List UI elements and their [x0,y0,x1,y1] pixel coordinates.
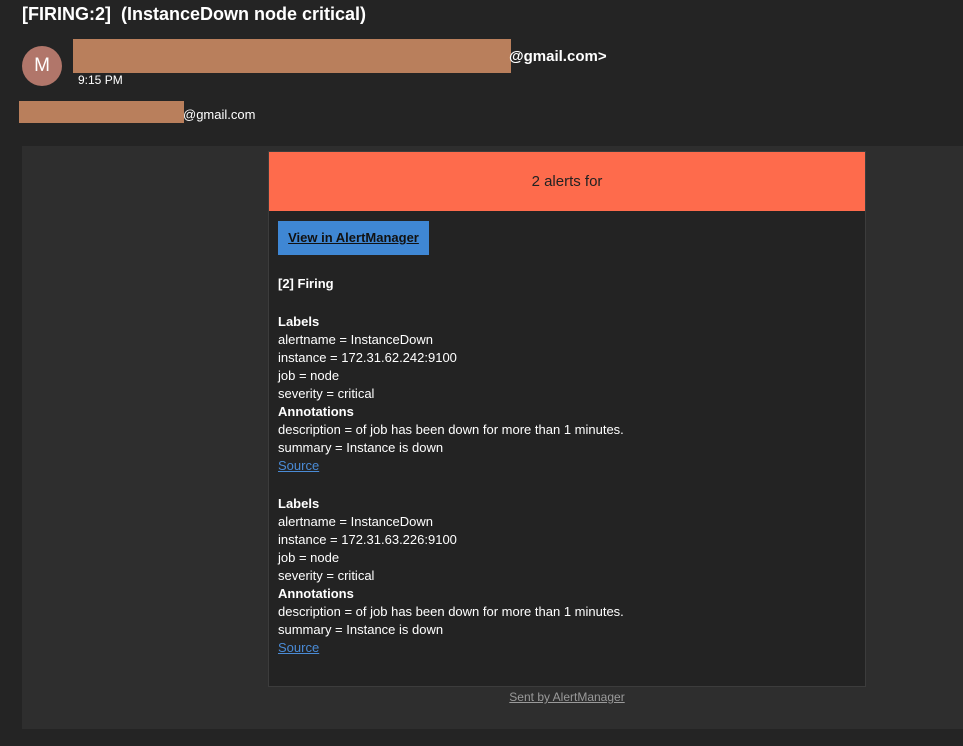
email-time: 9:15 PM [78,73,123,87]
annotations-title: Annotations [278,404,354,419]
annotation-summary: summary = Instance is down [278,440,444,455]
label-alertname: alertname = InstanceDown [278,514,434,529]
label-job: job = node [278,550,340,565]
annotation-summary: summary = Instance is down [278,622,444,637]
annotation-description: description = of job has been down for m… [278,422,624,437]
email-subject: [FIRING:2] (InstanceDown node critical) [22,4,367,24]
label-instance: instance = 172.31.62.242:9100 [278,350,457,365]
source-link[interactable]: Source [278,640,319,655]
sender-avatar: M [22,46,62,86]
alert-item: Labels alertname = InstanceDown instance… [278,313,858,475]
annotation-description: description = of job has been down for m… [278,604,624,619]
label-instance: instance = 172.31.63.226:9100 [278,532,457,547]
annotations-title: Annotations [278,586,354,601]
label-severity: severity = critical [278,568,375,583]
labels-title: Labels [278,314,320,329]
sender-email-suffix: @gmail.com> [509,48,607,65]
alert-card: 2 alerts for View in AlertManager [2] Fi… [268,151,866,687]
label-job: job = node [278,368,340,383]
redacted-recipient [19,101,184,123]
source-link[interactable]: Source [278,458,319,473]
recipient-email-suffix: @gmail.com [183,107,256,122]
firing-title: [2] Firing [278,276,334,291]
sent-by-alertmanager-link[interactable]: Sent by AlertManager [268,690,866,704]
labels-title: Labels [278,496,320,511]
alert-item: Labels alertname = InstanceDown instance… [278,495,858,657]
redacted-sender-name [73,39,511,73]
alert-card-header: 2 alerts for [269,152,865,211]
view-in-alertmanager-button[interactable]: View in AlertManager [278,221,429,255]
alert-card-body: [2] Firing Labels alertname = InstanceDo… [278,275,858,677]
label-alertname: alertname = InstanceDown [278,332,434,347]
label-severity: severity = critical [278,386,375,401]
